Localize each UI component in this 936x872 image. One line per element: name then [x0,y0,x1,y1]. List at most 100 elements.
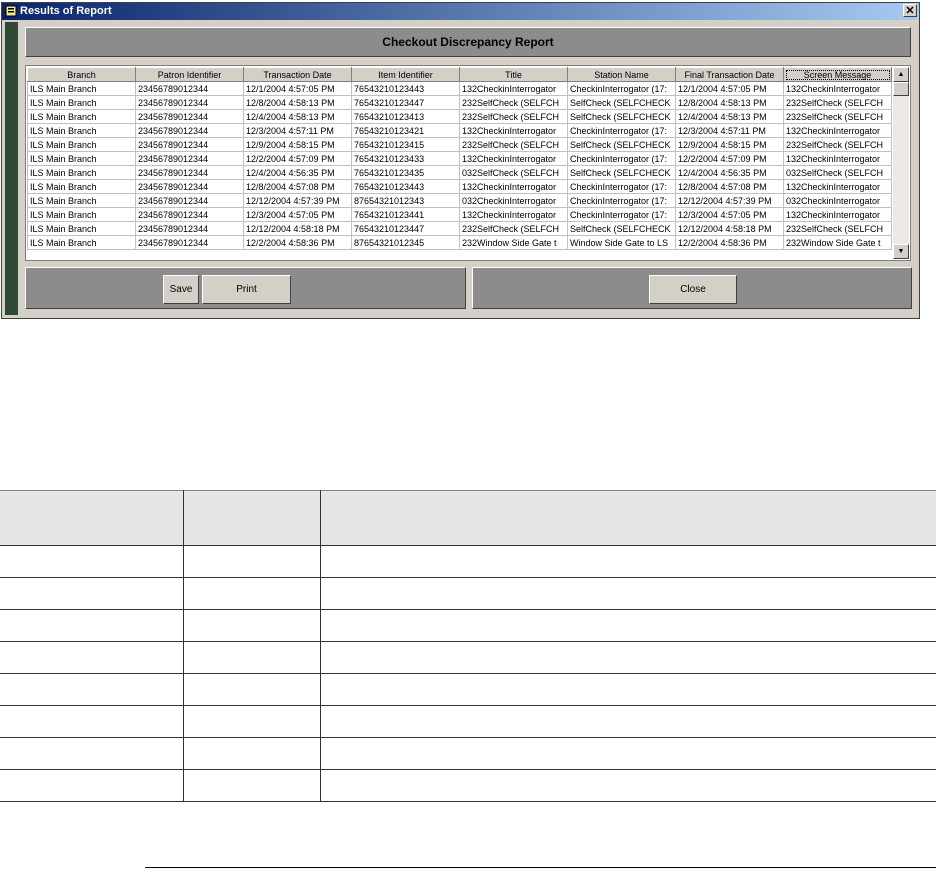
doc-cell [320,641,936,674]
scroll-up-icon[interactable]: ▲ [893,67,909,82]
table-cell: 12/2/2004 4:58:36 PM [243,235,352,250]
table-row[interactable]: ILS Main Branch 23456789012344 12/9/2004 4… [27,137,892,152]
column-header[interactable]: Screen Message [783,67,892,82]
table-cell: 12/4/2004 4:58:13 PM [675,109,784,124]
doc-cell [183,609,321,642]
table-cell: SelfCheck (SELFCHECK [567,109,676,124]
table-cell: ILS Main Branch [27,151,136,166]
table-cell: 12/12/2004 4:58:18 PM [243,221,352,236]
report-grid[interactable]: Branch Patron Identifier Transaction Date I… [25,65,911,261]
table-row [0,609,936,642]
vertical-scrollbar[interactable]: ▲ ▼ [893,67,909,259]
close-button[interactable]: Close [649,275,737,304]
table-row[interactable]: ILS Main Branch 23456789012344 12/3/2004 4… [27,207,892,222]
table-cell: ILS Main Branch [27,81,136,96]
close-window-button[interactable]: ✕ [903,4,917,17]
doc-header-cell [183,490,321,546]
save-button[interactable]: Save [163,275,199,304]
table-cell: 132CheckinInterrogator [783,207,892,222]
table-cell: 132CheckinInterrogator [459,81,568,96]
table-cell: 12/1/2004 4:57:05 PM [243,81,352,96]
table-cell: 12/4/2004 4:58:13 PM [243,109,352,124]
table-cell: 76543210123421 [351,123,460,138]
scroll-down-icon[interactable]: ▼ [893,244,909,259]
close-button-panel: Close [472,267,912,309]
table-row[interactable]: ILS Main Branch 23456789012344 12/4/2004 4… [27,109,892,124]
table-cell: 132CheckinInterrogator [783,151,892,166]
table-cell: 76543210123433 [351,151,460,166]
report-app-icon [5,5,17,17]
table-cell: 032CheckinInterrogator [783,193,892,208]
doc-cell [320,769,936,802]
column-header[interactable]: Branch [27,67,136,82]
title-bar[interactable]: Results of Report ✕ [2,3,919,20]
table-row[interactable]: ILS Main Branch 23456789012344 12/8/2004 4… [27,95,892,110]
table-cell: 87654321012343 [351,193,460,208]
table-cell: 12/1/2004 4:57:05 PM [675,81,784,96]
table-row[interactable]: ILS Main Branch 23456789012344 12/12/2004 … [27,221,892,236]
table-cell: 032CheckinInterrogator [459,193,568,208]
table-cell: 032SelfCheck (SELFCH [459,165,568,180]
table-cell: SelfCheck (SELFCHECK [567,165,676,180]
table-cell: 232SelfCheck (SELFCH [459,137,568,152]
table-row[interactable]: ILS Main Branch 23456789012344 12/2/2004 4… [27,151,892,166]
table-cell: 12/8/2004 4:57:08 PM [243,179,352,194]
table-cell: 23456789012344 [135,207,244,222]
table-row [0,705,936,738]
table-row[interactable]: ILS Main Branch 23456789012344 12/2/2004 4… [27,235,892,250]
table-row[interactable]: ILS Main Branch 23456789012344 12/3/2004 4… [27,123,892,138]
table-row[interactable]: ILS Main Branch 23456789012344 12/4/2004 4… [27,165,892,180]
table-cell: 76543210123443 [351,179,460,194]
table-cell: 12/3/2004 4:57:05 PM [243,207,352,222]
doc-cell [0,769,184,802]
scroll-thumb[interactable] [893,82,909,96]
column-header[interactable]: Station Name [567,67,676,82]
table-cell: 232SelfCheck (SELFCH [783,109,892,124]
table-cell: 12/9/2004 4:58:15 PM [675,137,784,152]
table-cell: 12/4/2004 4:56:35 PM [675,165,784,180]
doc-cell [0,609,184,642]
table-cell: 232SelfCheck (SELFCH [459,221,568,236]
table-row[interactable]: ILS Main Branch 23456789012344 12/8/2004 4… [27,179,892,194]
table-cell: 232Window Side Gate t [783,235,892,250]
table-cell: 76543210123443 [351,81,460,96]
table-cell: CheckinInterrogator (17: [567,207,676,222]
table-cell: ILS Main Branch [27,193,136,208]
table-cell: 76543210123447 [351,221,460,236]
table-cell: 23456789012344 [135,165,244,180]
table-cell: SelfCheck (SELFCHECK [567,221,676,236]
column-header[interactable]: Patron Identifier [135,67,244,82]
table-cell: 76543210123415 [351,137,460,152]
table-cell: 12/3/2004 4:57:05 PM [675,207,784,222]
doc-cell [183,737,321,770]
table-cell: 87654321012345 [351,235,460,250]
table-cell: 232SelfCheck (SELFCH [783,221,892,236]
doc-cell [183,673,321,706]
document-table-body [0,545,936,802]
table-row[interactable]: ILS Main Branch 23456789012344 12/12/2004 … [27,193,892,208]
table-cell: CheckinInterrogator (17: [567,151,676,166]
table-row[interactable]: ILS Main Branch 23456789012344 12/1/2004 4… [27,81,892,96]
print-button[interactable]: Print [202,275,291,304]
report-title: Checkout Discrepancy Report [25,27,911,57]
column-header[interactable]: Final Transaction Date [675,67,784,82]
table-cell: 132CheckinInterrogator [459,179,568,194]
doc-header-cell [0,490,184,546]
table-cell: 76543210123435 [351,165,460,180]
column-header[interactable]: Transaction Date [243,67,352,82]
table-row [0,641,936,674]
table-cell: 132CheckinInterrogator [783,123,892,138]
column-header[interactable]: Title [459,67,568,82]
footer-rule [145,867,936,868]
doc-cell [320,577,936,610]
table-cell: 232SelfCheck (SELFCH [783,137,892,152]
table-cell: 12/4/2004 4:56:35 PM [243,165,352,180]
doc-cell [183,769,321,802]
table-cell: CheckinInterrogator (17: [567,81,676,96]
doc-cell [320,737,936,770]
column-header[interactable]: Item Identifier [351,67,460,82]
doc-cell [320,673,936,706]
table-cell: 12/3/2004 4:57:11 PM [243,123,352,138]
doc-cell [183,641,321,674]
doc-header-cell [320,490,936,546]
